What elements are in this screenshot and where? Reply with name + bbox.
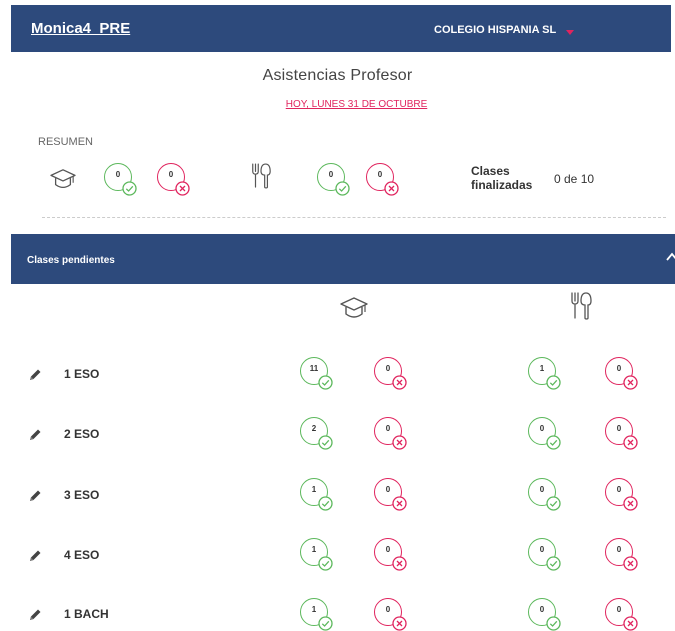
class-present-count: 1 [311, 605, 317, 614]
meal-present-count: 0 [539, 545, 545, 554]
graduation-cap-icon [49, 168, 77, 192]
check-icon [318, 375, 333, 390]
meal-absent-button[interactable]: 0 [605, 478, 633, 506]
app-name-link[interactable]: Monica4_PRE [31, 20, 130, 37]
class-name: 2 ESO [64, 427, 100, 441]
meal-present-count: 0 [539, 485, 545, 494]
class-absent-button[interactable]: 0 [374, 357, 402, 385]
class-name: 3 ESO [64, 488, 100, 502]
meal-absent-count: 0 [616, 485, 622, 494]
cross-icon [384, 181, 399, 196]
summary-meal-present[interactable]: 0 [317, 163, 345, 191]
check-icon [546, 375, 561, 390]
meal-present-button[interactable]: 0 [528, 417, 556, 445]
pending-classes-header[interactable]: Clases pendientes [11, 234, 675, 284]
class-present-count: 1 [311, 545, 317, 554]
summary-label: RESUMEN [38, 136, 94, 148]
check-icon [546, 435, 561, 450]
class-present-button[interactable]: 1 [300, 478, 328, 506]
cross-icon [175, 181, 190, 196]
meal-present-button[interactable]: 0 [528, 538, 556, 566]
cross-icon [392, 375, 407, 390]
meal-absent-count: 0 [616, 364, 622, 373]
meal-present-count: 0 [539, 424, 545, 433]
class-absent-button[interactable]: 0 [374, 538, 402, 566]
organization-selector[interactable]: COLEGIO HISPANIA SL [434, 24, 556, 36]
class-present-count: 11 [309, 364, 319, 373]
cross-icon [623, 616, 638, 631]
pending-classes-title: Clases pendientes [27, 255, 115, 266]
pencil-icon[interactable] [29, 368, 42, 381]
summary-meal-absent[interactable]: 0 [366, 163, 394, 191]
class-absent-count: 0 [385, 485, 391, 494]
class-absent-count: 0 [385, 424, 391, 433]
class-name: 1 ESO [64, 367, 100, 381]
class-absent-button[interactable]: 0 [374, 417, 402, 445]
class-present-button[interactable]: 2 [300, 417, 328, 445]
graduation-cap-icon [339, 296, 369, 322]
class-name: 1 BACH [64, 607, 109, 621]
check-icon [546, 496, 561, 511]
check-icon [335, 181, 350, 196]
class-present-count: 2 [311, 424, 317, 433]
pencil-icon[interactable] [29, 549, 42, 562]
meal-present-button[interactable]: 0 [528, 598, 556, 626]
meal-present-button[interactable]: 0 [528, 478, 556, 506]
divider [42, 217, 666, 218]
check-icon [318, 435, 333, 450]
class-absent-count: 0 [385, 364, 391, 373]
meal-present-count: 1 [539, 364, 545, 373]
caret-down-icon[interactable] [566, 30, 574, 35]
meal-present-count: 0 [539, 605, 545, 614]
cross-icon [392, 496, 407, 511]
finished-classes-label: Clases finalizadas [471, 164, 533, 192]
meal-absent-button[interactable]: 0 [605, 417, 633, 445]
class-absent-count: 0 [385, 545, 391, 554]
class-absent-button[interactable]: 0 [374, 478, 402, 506]
summary-class-present[interactable]: 0 [104, 163, 132, 191]
cross-icon [623, 435, 638, 450]
summary-meal-absent-count: 0 [377, 170, 383, 179]
chevron-up-icon[interactable] [665, 252, 675, 262]
pencil-icon[interactable] [29, 608, 42, 621]
meal-absent-button[interactable]: 0 [605, 538, 633, 566]
date-link[interactable]: HOY, LUNES 31 DE OCTUBRE [0, 99, 675, 110]
cross-icon [392, 435, 407, 450]
check-icon [318, 616, 333, 631]
meal-absent-count: 0 [616, 424, 622, 433]
summary-class-absent[interactable]: 0 [157, 163, 185, 191]
cross-icon [623, 496, 638, 511]
cutlery-icon [250, 162, 272, 190]
pencil-icon[interactable] [29, 489, 42, 502]
summary-class-present-count: 0 [115, 170, 121, 179]
meal-absent-button[interactable]: 0 [605, 598, 633, 626]
class-present-count: 1 [311, 485, 317, 494]
page-title: Asistencias Profesor [262, 67, 413, 84]
check-icon [546, 556, 561, 571]
cross-icon [623, 556, 638, 571]
finished-classes-value: 0 de 10 [554, 172, 595, 186]
check-icon [546, 616, 561, 631]
cross-icon [392, 616, 407, 631]
class-name: 4 ESO [64, 548, 100, 562]
meal-present-button[interactable]: 1 [528, 357, 556, 385]
class-present-button[interactable]: 11 [300, 357, 328, 385]
pencil-icon[interactable] [29, 428, 42, 441]
class-present-button[interactable]: 1 [300, 538, 328, 566]
class-absent-button[interactable]: 0 [374, 598, 402, 626]
meal-absent-button[interactable]: 0 [605, 357, 633, 385]
top-bar: Monica4_PRE COLEGIO HISPANIA SL [11, 5, 671, 52]
cross-icon [392, 556, 407, 571]
check-icon [318, 496, 333, 511]
cutlery-icon [569, 290, 593, 322]
cross-icon [623, 375, 638, 390]
meal-absent-count: 0 [616, 545, 622, 554]
check-icon [318, 556, 333, 571]
class-present-button[interactable]: 1 [300, 598, 328, 626]
meal-absent-count: 0 [616, 605, 622, 614]
class-absent-count: 0 [385, 605, 391, 614]
summary-meal-present-count: 0 [328, 170, 334, 179]
check-icon [122, 181, 137, 196]
summary-class-absent-count: 0 [168, 170, 174, 179]
